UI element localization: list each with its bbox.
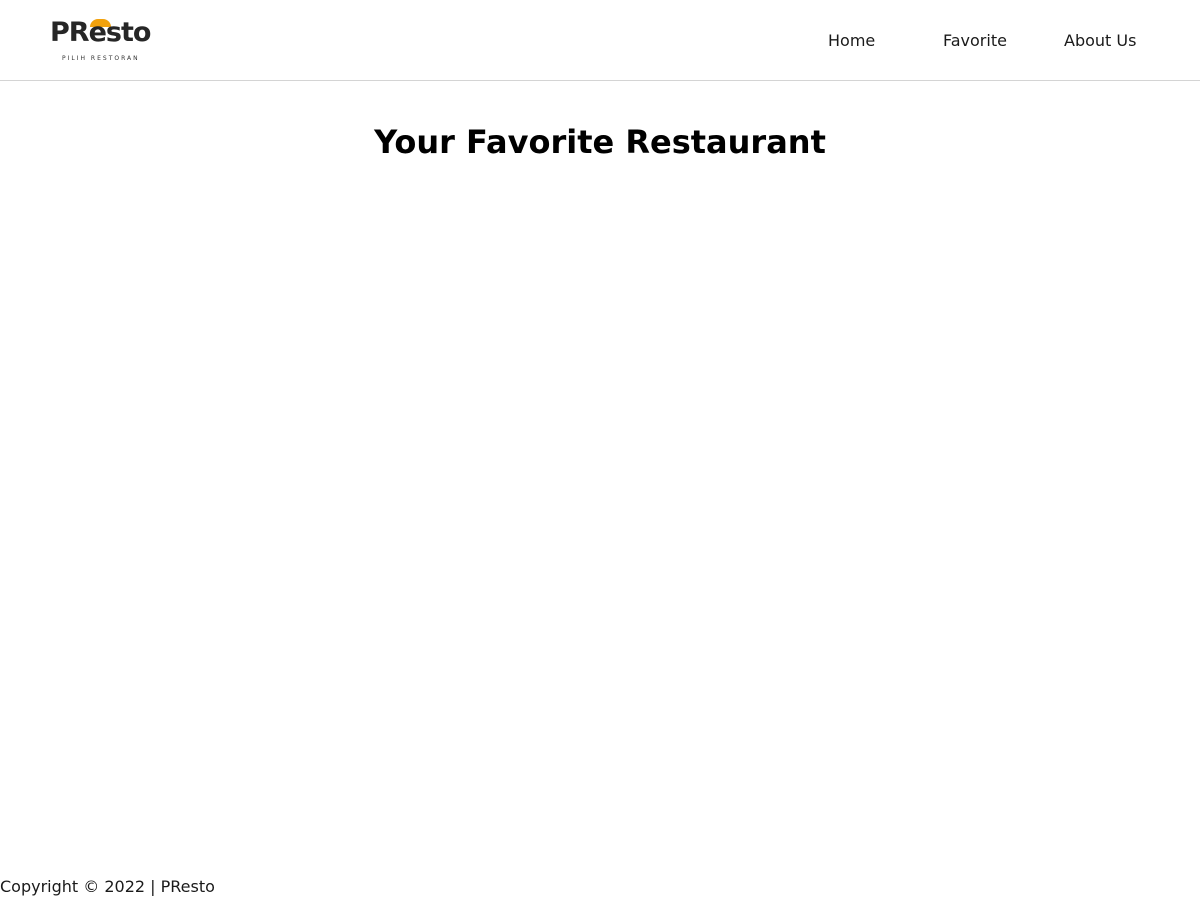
logo-link[interactable]: PResto PILIH RESTORAN bbox=[50, 14, 160, 66]
nav-favorite-link[interactable]: Favorite bbox=[943, 28, 1007, 54]
copyright-text: Copyright © 2022 | PResto bbox=[0, 877, 215, 896]
logo-wordmark: PResto bbox=[50, 17, 151, 48]
nav-about-link[interactable]: About Us bbox=[1064, 28, 1136, 54]
nav-home-link[interactable]: Home bbox=[828, 28, 875, 54]
site-footer: Copyright © 2022 | PResto bbox=[0, 876, 1200, 900]
page-title: Your Favorite Restaurant bbox=[374, 123, 826, 161]
site-header: PResto PILIH RESTORAN Home Favorite Abou… bbox=[0, 0, 1200, 81]
favorite-restaurant-list bbox=[0, 190, 1200, 850]
logo-tagline: PILIH RESTORAN bbox=[62, 55, 140, 62]
